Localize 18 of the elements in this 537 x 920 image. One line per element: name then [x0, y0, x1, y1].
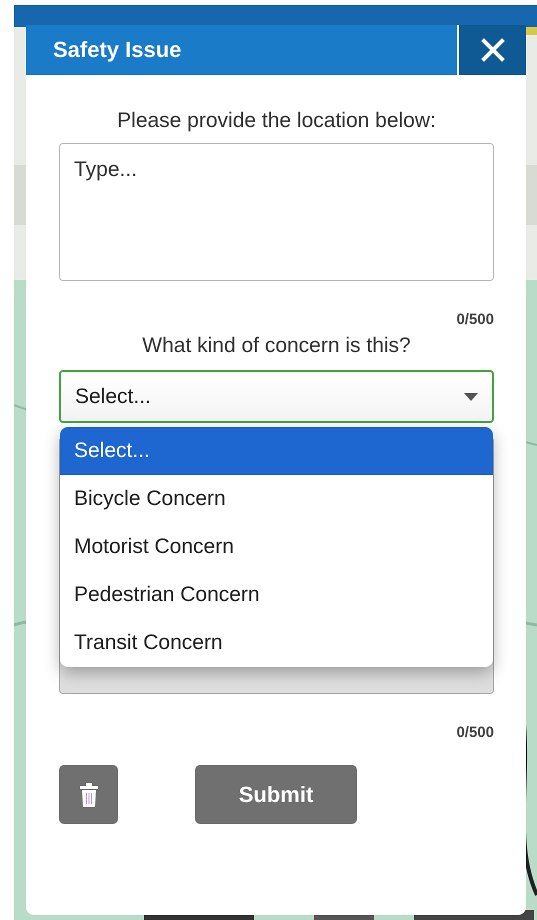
dropdown-option[interactable]: Transit Concern — [60, 619, 493, 667]
concern-label: What kind of concern is this? — [141, 334, 412, 358]
close-icon — [480, 38, 504, 62]
dropdown-option[interactable]: Pedestrian Concern — [60, 571, 493, 619]
dropdown-option[interactable]: Bicycle Concern — [60, 475, 493, 523]
dropdown-option[interactable]: Select... — [60, 427, 493, 475]
caret-icon — [464, 392, 478, 400]
delete-button[interactable] — [59, 765, 118, 824]
dialog-title: Safety Issue — [53, 37, 182, 63]
character-counter: 0/500 — [456, 724, 494, 741]
character-counter: 0/500 — [456, 311, 494, 328]
dropdown-option[interactable]: Motorist Concern — [60, 523, 493, 571]
location-label: Please provide the location below: — [116, 109, 437, 133]
location-field[interactable]: Type... — [59, 143, 494, 281]
concern-select[interactable]: Select... — [59, 370, 494, 423]
close-button[interactable] — [457, 25, 526, 75]
trash-icon — [78, 782, 98, 806]
submit-button[interactable]: Submit — [195, 765, 357, 824]
